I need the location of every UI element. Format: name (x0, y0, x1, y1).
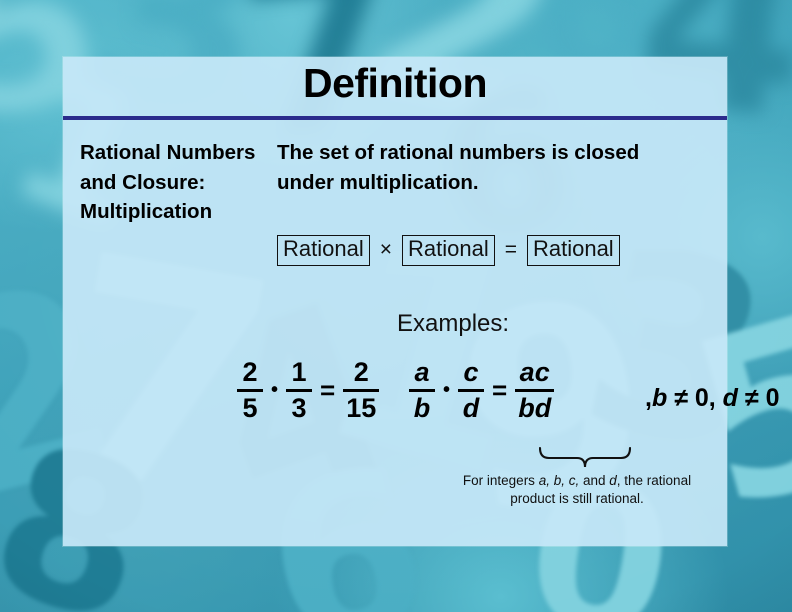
condition-text: ,b ≠ 0, d ≠ 0 (645, 384, 779, 413)
multiplication-dot: • (271, 379, 279, 401)
numerator: a (414, 357, 430, 387)
fraction-bar (458, 389, 485, 392)
fraction-ac-over-bd: ac bd (515, 357, 555, 423)
caption-line2-var: d (609, 473, 617, 488)
algebraic-example-equation: a b • c d = ac bd (407, 358, 556, 423)
denominator: 15 (346, 393, 377, 423)
definition-text: The set of rational numbers is closed un… (277, 141, 640, 194)
fraction-bar (343, 389, 380, 392)
multiplication-dot: • (443, 379, 451, 401)
fraction-bar (515, 389, 555, 392)
rational-box-first: Rational (277, 235, 370, 266)
examples-row: 2 5 • 1 3 = 2 15 a b • c d = ac bd ,b ≠ … (63, 358, 779, 444)
caption-line3: still rational. (572, 491, 644, 507)
condition-variable-b: b (651, 384, 668, 412)
caption-text: For integers a, b, c, and d, the rationa… (458, 472, 696, 508)
caption-line1-pre: For integers (462, 473, 539, 488)
fraction-a-over-b: a b (409, 358, 435, 423)
slide-canvas: 5 3 7 2 9 4 1 6 2 7 4 1 9 3 5 8 6 0 (0, 0, 792, 612)
fraction-c-over-d: c d (458, 357, 485, 423)
page-title: Definition (302, 60, 488, 106)
condition-operator-2: ≠ 0 (744, 384, 780, 412)
rational-box-result: Rational (526, 235, 620, 266)
fraction-bar (286, 389, 313, 392)
definition-card: Definition Rational Numbers and Closure:… (63, 57, 779, 546)
closure-statement: Rational × Rational = Rational (277, 235, 620, 266)
fraction-two-fifths: 2 5 (237, 358, 263, 423)
examples-label: Examples: (397, 310, 510, 337)
fraction-bar (409, 389, 435, 392)
denominator: bd (518, 393, 552, 423)
card-header: Definition (63, 57, 727, 120)
multiplication-operator: × (379, 238, 392, 262)
fraction-bar (237, 389, 263, 392)
denominator: d (462, 393, 480, 423)
caption-line1-post: and (579, 473, 606, 488)
equals-sign: = (492, 375, 508, 405)
condition-operator-1: ≠ 0, (674, 384, 716, 412)
card-body: Rational Numbers and Closure: Multiplica… (63, 120, 779, 546)
numerator: ac (519, 357, 550, 387)
rational-box-second: Rational (401, 235, 495, 266)
denominator: 5 (242, 393, 258, 423)
condition-comma: , (645, 384, 652, 412)
term-title: Rational Numbers and Closure: Multiplica… (80, 141, 256, 224)
numerator: c (463, 357, 479, 387)
equals-operator: = (504, 238, 517, 262)
denominator: b (413, 393, 431, 423)
numerator: 2 (242, 357, 258, 387)
fraction-one-third: 1 3 (286, 357, 313, 423)
numerator: 1 (291, 357, 307, 387)
underbrace-icon (539, 446, 631, 468)
denominator: 3 (291, 393, 307, 423)
equals-sign: = (320, 375, 336, 405)
condition-variable-d: d (722, 384, 738, 412)
fraction-two-fifteenths: 2 15 (343, 357, 380, 423)
numerator: 2 (353, 357, 369, 387)
caption-line1-vars: a, b, c, (538, 473, 580, 488)
numeric-example-equation: 2 5 • 1 3 = 2 15 (235, 358, 381, 423)
